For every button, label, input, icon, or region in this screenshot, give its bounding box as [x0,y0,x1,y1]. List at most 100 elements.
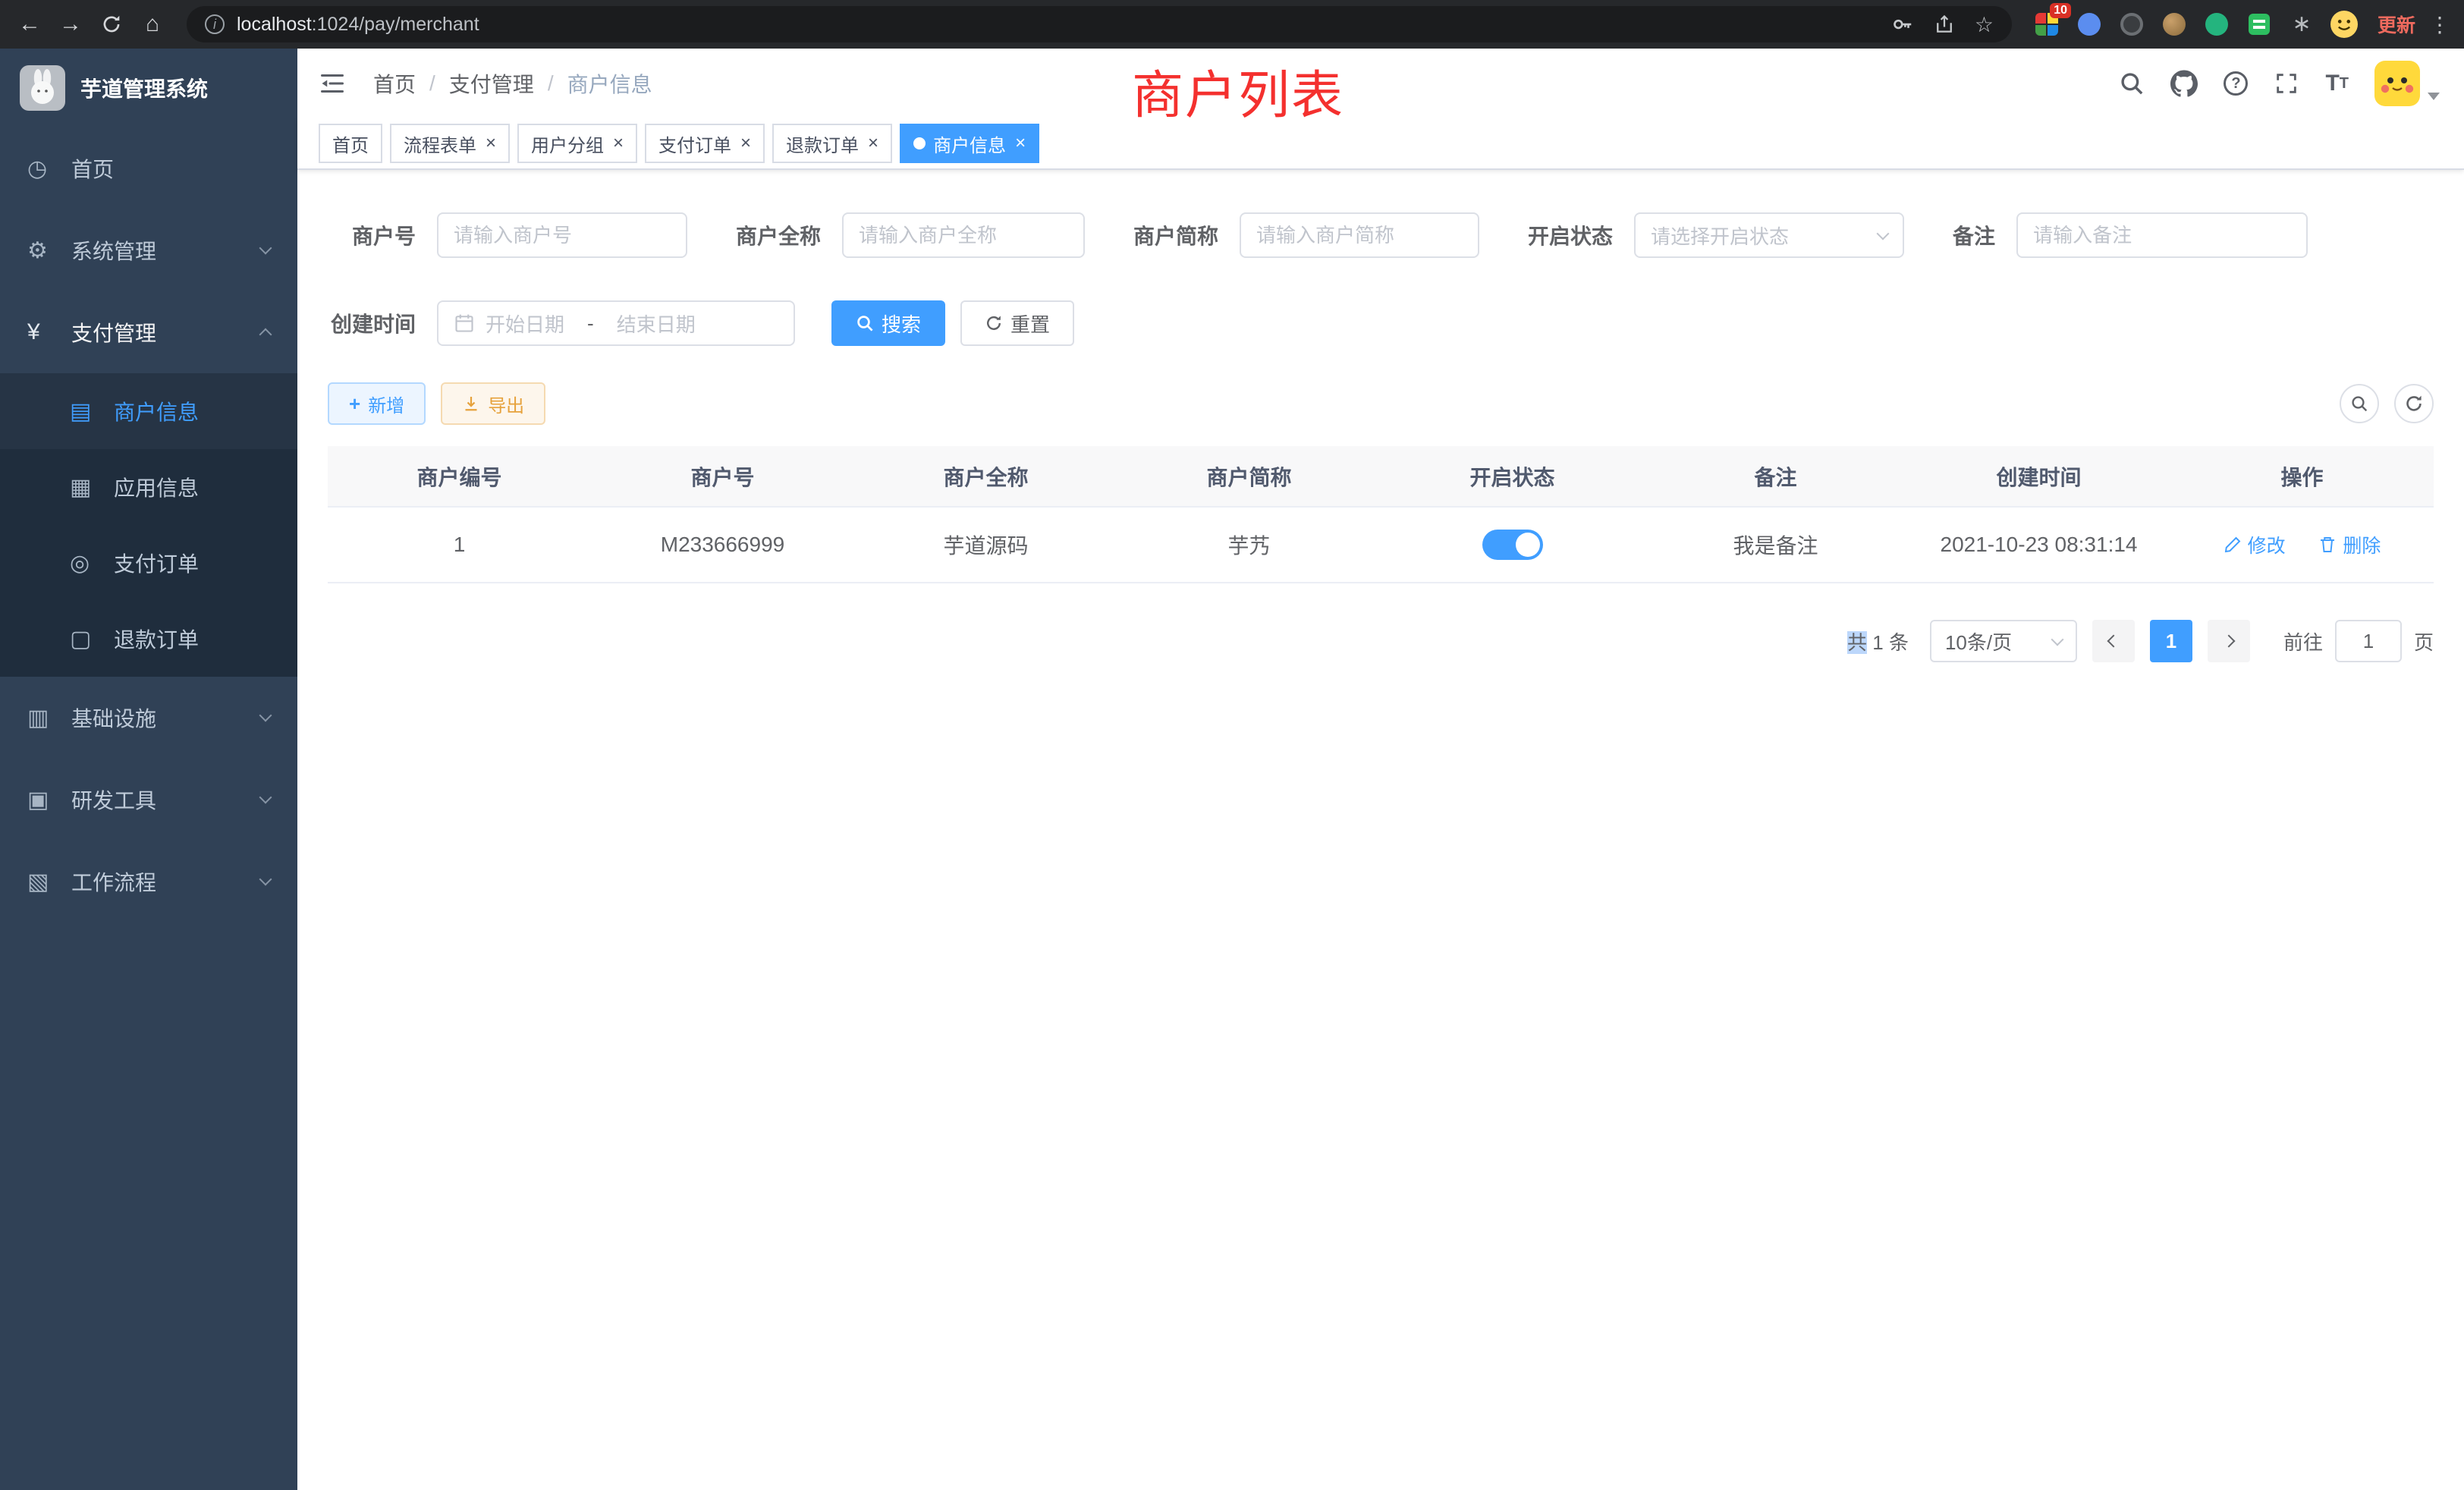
chevron-up-icon [259,328,272,341]
delete-link-label: 删除 [2343,531,2381,558]
tab-user-group[interactable]: 用户分组 × [517,124,637,163]
sidebar-item-infrastructure[interactable]: ▥ 基础设施 [0,677,297,759]
extension-green-circle-icon[interactable] [2203,11,2230,38]
extension-colorful-icon[interactable]: 10 [2033,11,2060,38]
download-icon [462,395,480,413]
help-icon[interactable]: ? [2224,71,2248,96]
bookmark-star-icon[interactable]: ☆ [1975,12,1994,37]
export-button-label: 导出 [488,391,524,417]
sidebar-item-workflow[interactable]: ▧ 工作流程 [0,841,297,923]
status-select[interactable]: 请选择开启状态 [1634,212,1904,258]
extension-badge: 10 [2050,3,2071,18]
sidebar-item-label: 系统管理 [71,235,156,266]
goto-page-input[interactable] [2335,620,2402,662]
extension-green-note-icon[interactable] [2246,11,2273,38]
refresh-table-icon[interactable] [2394,384,2434,423]
home-icon[interactable]: ⌂ [132,4,173,45]
sidebar-item-home[interactable]: ◷ 首页 [0,127,297,209]
sidebar-item-label: 首页 [71,153,114,184]
share-icon[interactable] [1934,14,1955,35]
logo-avatar [20,65,65,111]
remark-input[interactable] [2016,212,2308,258]
sidebar-item-devtools[interactable]: ▣ 研发工具 [0,759,297,841]
add-button-label: 新增 [368,391,404,417]
chrome-update-button[interactable]: 更新 [2365,11,2428,38]
browser-profile-avatar[interactable] [2330,11,2358,38]
prev-page-button[interactable] [2092,620,2135,662]
calendar-icon [454,313,475,334]
grid-icon: ▦ [70,474,106,501]
merchant-no-input[interactable] [437,212,687,258]
tab-home[interactable]: 首页 [319,124,382,163]
toggle-search-icon[interactable] [2340,384,2379,423]
close-icon[interactable]: × [613,133,624,154]
extension-dark-icon[interactable] [2118,11,2145,38]
reload-icon[interactable] [91,4,132,45]
next-page-button[interactable] [2208,620,2250,662]
start-date-placeholder: 开始日期 [486,310,564,338]
reset-button[interactable]: 重置 [960,300,1074,346]
sidebar-item-label: 基础设施 [71,703,156,733]
sidebar-item-payment[interactable]: ¥ 支付管理 [0,291,297,373]
add-button[interactable]: + 新增 [328,382,426,425]
col-remark: 备注 [1644,446,1907,507]
breadcrumb-home[interactable]: 首页 [373,68,416,99]
site-info-icon[interactable]: i [205,14,225,34]
url-text: localhost:1024/pay/merchant [237,14,479,36]
extension-avatar-icon[interactable] [2161,11,2188,38]
close-icon[interactable]: × [740,133,751,154]
edit-link[interactable]: 修改 [2224,531,2286,558]
page-size-select[interactable]: 10条/页 [1930,620,2077,662]
status-toggle[interactable] [1482,530,1543,560]
sidebar-fold-icon[interactable] [319,70,346,97]
close-icon[interactable]: × [868,133,878,154]
sidebar-item-app-info[interactable]: ▦ 应用信息 [0,449,297,525]
tab-process-form[interactable]: 流程表单 × [390,124,510,163]
back-icon[interactable]: ← [9,4,50,45]
target-icon: ◎ [70,550,106,577]
cell-merchant-no: M233666999 [591,507,854,583]
font-size-icon[interactable]: TT [2325,71,2349,96]
col-actions: 操作 [2170,446,2434,507]
tab-merchant-info[interactable]: 商户信息 × [900,124,1039,163]
goto-label: 前往 [2283,627,2323,655]
fullscreen-icon[interactable] [2274,71,2299,96]
close-icon[interactable]: × [486,133,496,154]
extension-asterisk-icon[interactable]: ∗ [2288,11,2315,38]
user-menu[interactable] [2374,61,2440,106]
page-number-1[interactable]: 1 [2150,620,2192,662]
delete-link[interactable]: 删除 [2318,531,2381,558]
edit-link-label: 修改 [2248,531,2286,558]
tab-label: 首页 [332,130,369,157]
filter-row-1: 商户号 商户全称 商户简称 开启状态 请选择开启状态 [328,212,2434,258]
filter-row-2: 创建时间 开始日期 - 结束日期 搜索 重置 [328,300,2434,346]
sidebar-item-refund-order[interactable]: ▢ 退款订单 [0,601,297,677]
tab-refund-order[interactable]: 退款订单 × [772,124,892,163]
sidebar-item-system[interactable]: ⚙ 系统管理 [0,209,297,291]
github-icon[interactable] [2170,70,2198,97]
search-icon[interactable] [2119,71,2145,96]
browser-menu-icon[interactable]: ⋮ [2428,12,2452,37]
create-time-range-picker[interactable]: 开始日期 - 结束日期 [437,300,795,346]
tab-pay-order[interactable]: 支付订单 × [645,124,765,163]
breadcrumb-payment[interactable]: 支付管理 [449,68,534,99]
col-short-name: 商户简称 [1117,446,1381,507]
export-button[interactable]: 导出 [441,382,545,425]
password-key-icon[interactable] [1891,13,1914,36]
sidebar-item-merchant-info[interactable]: ▤ 商户信息 [0,373,297,449]
close-icon[interactable]: × [1015,133,1026,154]
chevron-down-icon [259,873,272,886]
extension-blue-icon[interactable] [2076,11,2103,38]
forward-icon[interactable]: → [50,4,91,45]
merchant-table: 商户编号 商户号 商户全称 商户简称 开启状态 备注 创建时间 操作 1 [328,446,2434,583]
merchant-name-input[interactable] [842,212,1085,258]
sidebar-logo[interactable]: 芋道管理系统 [0,49,297,127]
merchant-short-input[interactable] [1240,212,1479,258]
remark-label: 备注 [1953,220,1995,250]
app-frame: 芋道管理系统 ◷ 首页 ⚙ 系统管理 ¥ 支付管理 ▤ 商户信息 [0,49,2464,1490]
sidebar-item-pay-order[interactable]: ◎ 支付订单 [0,525,297,601]
search-button[interactable]: 搜索 [831,300,945,346]
pagination: 共 1 条 10条/页 1 前往 页 [328,620,2434,662]
address-bar[interactable]: i localhost:1024/pay/merchant ☆ [187,6,2012,42]
trash-icon [2318,536,2337,554]
